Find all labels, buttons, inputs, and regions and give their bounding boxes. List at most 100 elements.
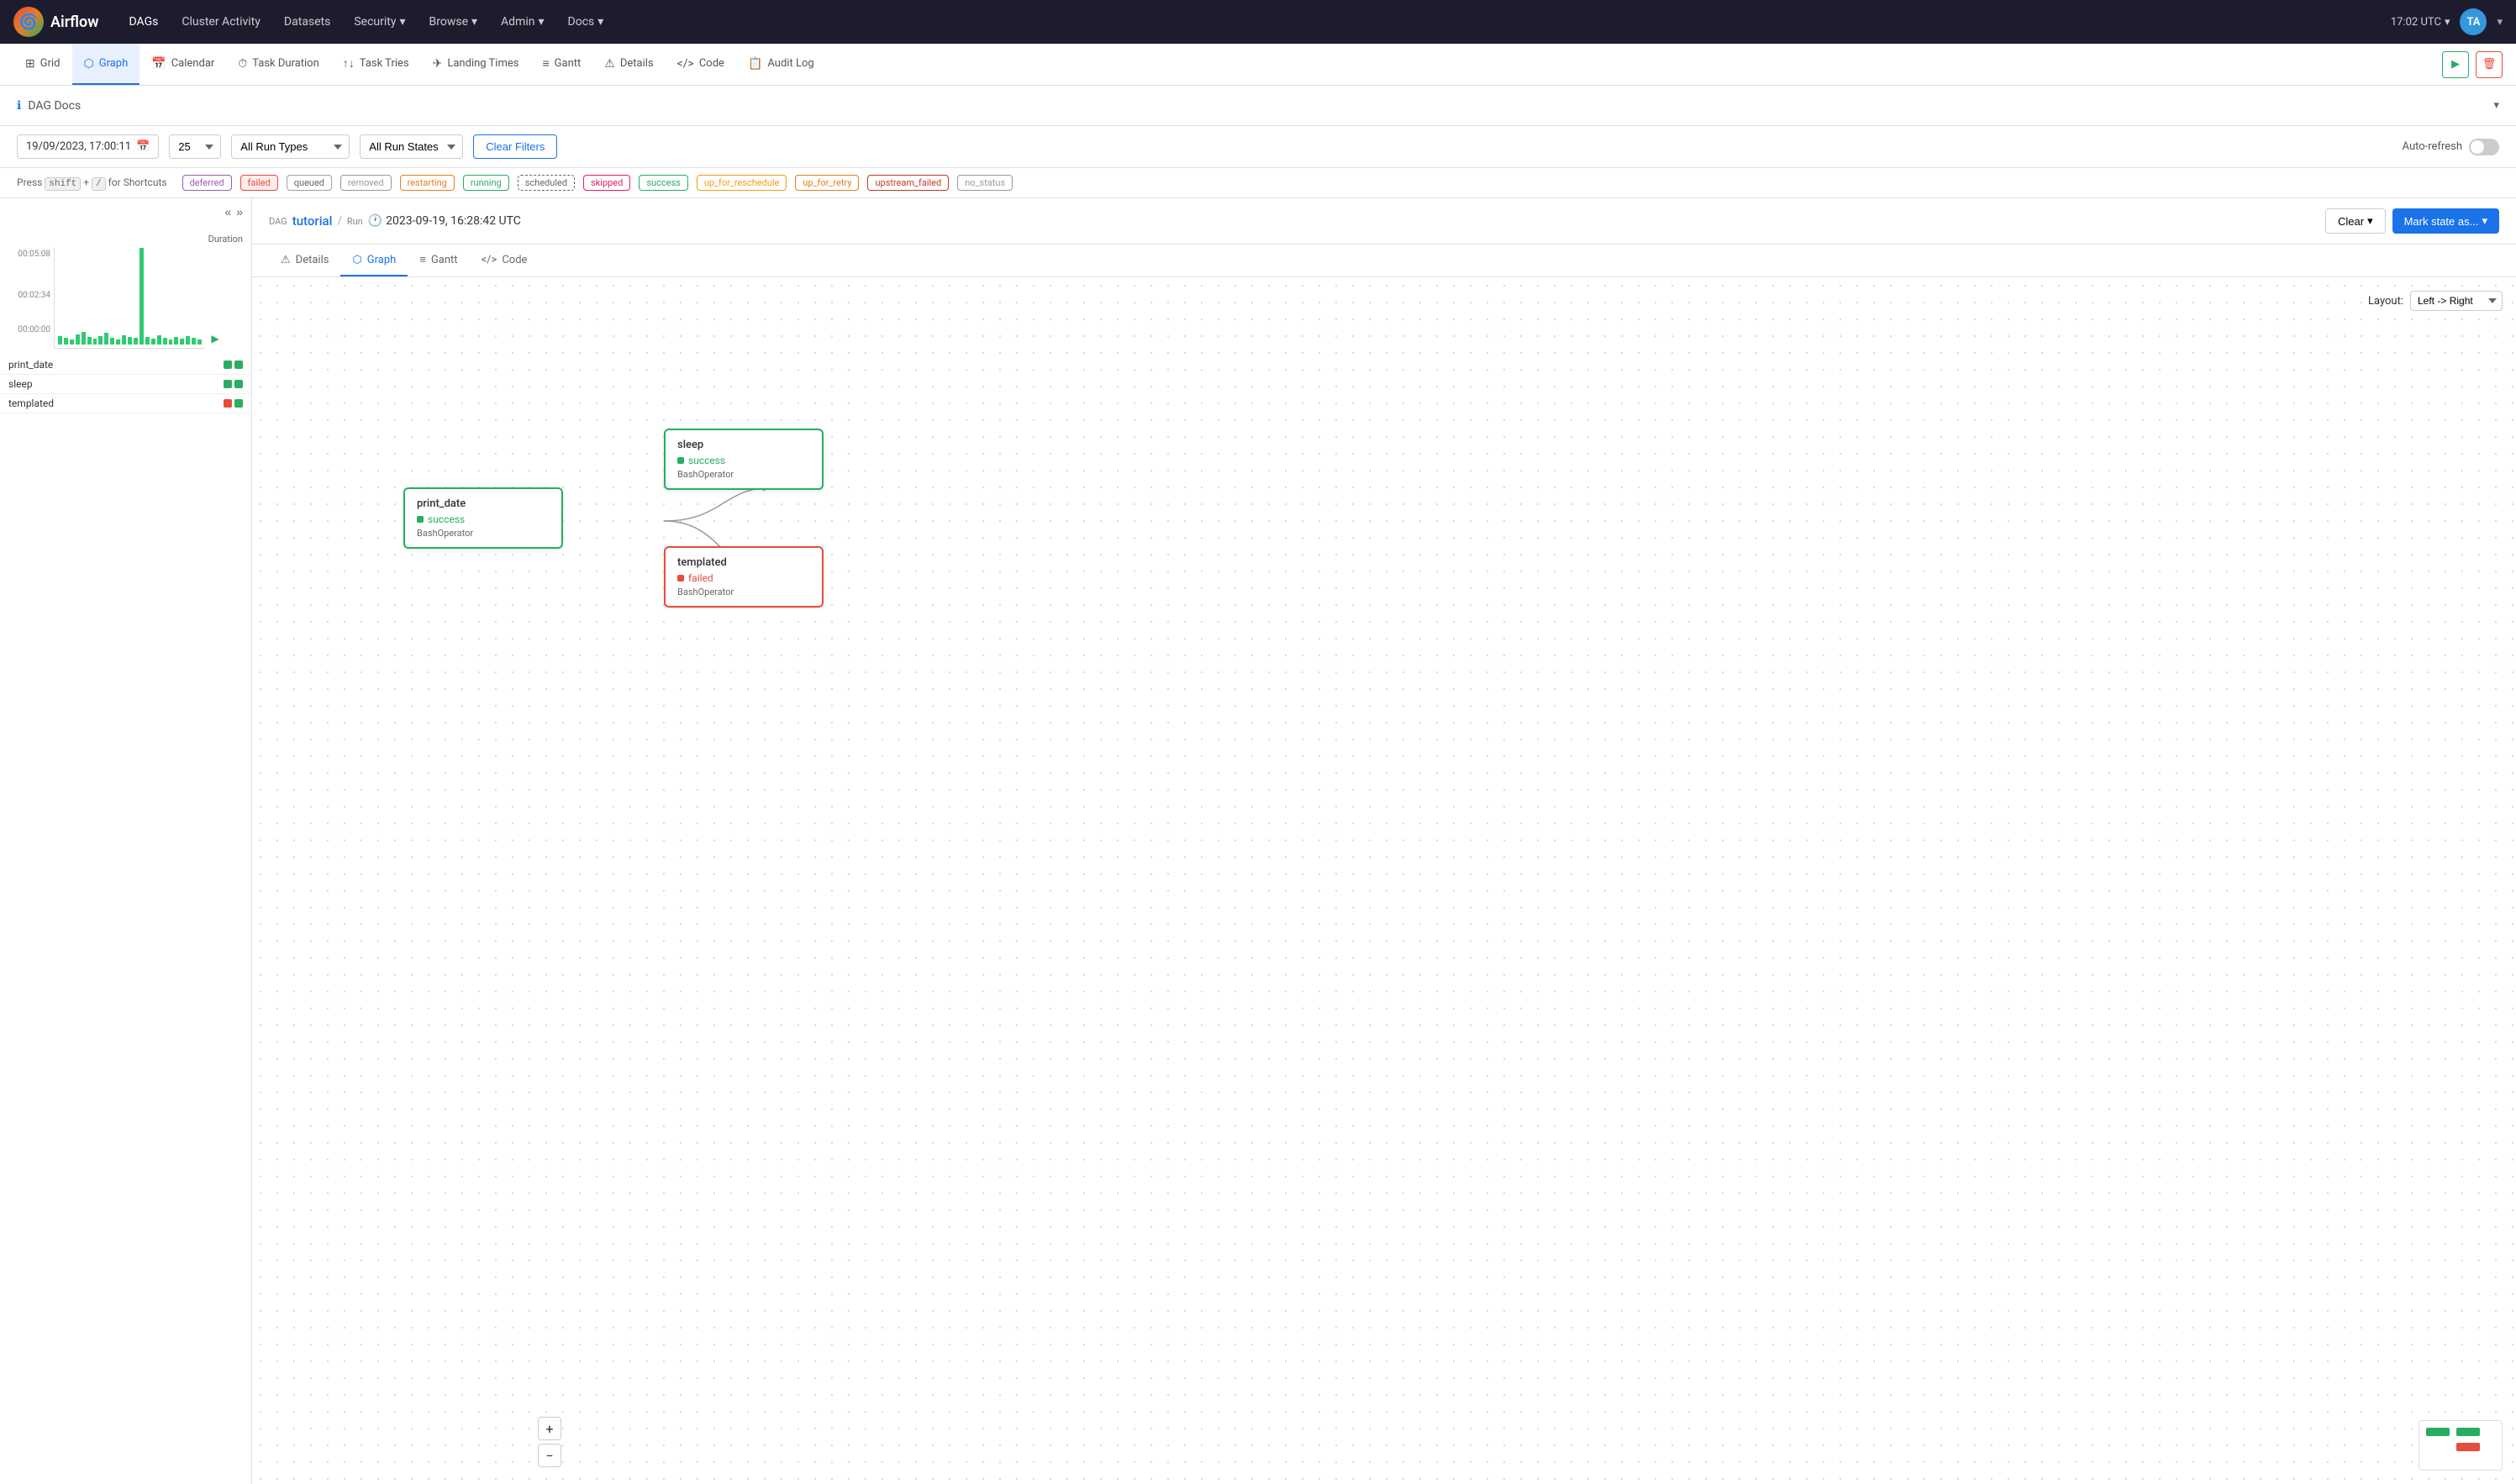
tab-gantt[interactable]: ≡ Gantt	[530, 44, 592, 85]
badge-no-status[interactable]: no_status	[957, 175, 1013, 191]
chart-bar[interactable]	[174, 337, 178, 345]
chart-bar[interactable]	[87, 337, 92, 345]
nav-item-cluster-activity[interactable]: Cluster Activity	[171, 8, 271, 35]
task-status: success	[677, 455, 810, 466]
tab-details[interactable]: ⚠ Details	[592, 44, 665, 85]
chart-bar[interactable]	[180, 339, 184, 345]
sub-tab-gantt[interactable]: ≡ Gantt	[408, 245, 469, 276]
chart-bar[interactable]	[122, 335, 126, 345]
tries-icon: ↑↓	[343, 56, 355, 71]
tab-task-tries[interactable]: ↑↓ Task Tries	[331, 44, 421, 85]
collapse-left-button[interactable]: «	[224, 205, 231, 218]
task-node-print-date[interactable]: print_date success BashOperator	[403, 487, 563, 549]
dot-success	[234, 399, 243, 408]
chart-bar[interactable]	[128, 337, 132, 345]
tab-code[interactable]: </> Code	[666, 44, 736, 85]
nav-item-browse[interactable]: Browse ▾	[419, 8, 488, 35]
task-dots	[224, 399, 243, 408]
nav-item-security[interactable]: Security ▾	[344, 8, 415, 35]
chevron-down-icon[interactable]: ▾	[2497, 16, 2503, 29]
badge-scheduled[interactable]: scheduled	[518, 175, 575, 191]
chart-bar[interactable]	[76, 334, 80, 345]
tab-grid[interactable]: ⊞ Grid	[13, 44, 72, 85]
chart-bar[interactable]	[116, 339, 120, 345]
audit-icon: 📋	[748, 57, 762, 71]
date-filter[interactable]: 19/09/2023, 17:00:11 📅	[17, 134, 159, 159]
badge-up-for-reschedule[interactable]: up_for_reschedule	[697, 175, 787, 191]
chart-bar[interactable]	[104, 333, 108, 345]
chart-bar[interactable]	[157, 335, 161, 345]
badge-up-for-retry[interactable]: up_for_retry	[795, 175, 859, 191]
sub-tab-graph[interactable]: ⬡ Graph	[340, 245, 408, 276]
badge-restarting[interactable]: restarting	[400, 175, 455, 191]
chart-bar[interactable]	[93, 339, 97, 345]
badge-upstream-failed[interactable]: upstream_failed	[867, 175, 949, 191]
run-button[interactable]: ▶	[2442, 51, 2469, 78]
task-node-sleep[interactable]: sleep success BashOperator	[664, 429, 824, 490]
run-count-select[interactable]: 25 50 100	[169, 134, 221, 159]
app-logo[interactable]: 🌀 Airflow	[13, 7, 99, 37]
mini-map-bar-green2	[2456, 1428, 2480, 1436]
chart-bar[interactable]	[186, 336, 190, 345]
mark-state-button[interactable]: Mark state as... ▾	[2392, 208, 2499, 234]
zoom-out-button[interactable]: −	[538, 1444, 561, 1467]
task-row-sleep[interactable]: sleep	[0, 375, 251, 394]
dag-name[interactable]: tutorial	[292, 213, 333, 229]
run-types-select[interactable]: All Run Types Manual Scheduled Dataset-t…	[231, 134, 350, 159]
badge-running[interactable]: running	[463, 175, 509, 191]
chart-bar[interactable]	[169, 339, 173, 345]
expand-right-button[interactable]: »	[236, 205, 243, 218]
badge-deferred[interactable]: deferred	[182, 175, 232, 191]
task-status: success	[417, 513, 550, 525]
badge-failed[interactable]: failed	[240, 175, 278, 191]
delete-button[interactable]: 🗑	[2476, 51, 2503, 78]
status-badges-bar: Press shift + / for Shortcuts deferred f…	[0, 168, 2516, 198]
sub-tab-code[interactable]: </> Code	[470, 245, 540, 276]
chart-bar[interactable]	[151, 339, 155, 345]
chart-bar[interactable]	[163, 338, 167, 345]
chevron-down-icon: ▾	[2367, 214, 2373, 228]
dag-docs-section[interactable]: ℹ DAG Docs ▾	[0, 86, 2516, 126]
logo-icon: 🌀	[13, 7, 44, 37]
sub-tab-details[interactable]: ⚠ Details	[269, 245, 340, 276]
badge-success[interactable]: success	[639, 175, 687, 191]
tab-audit-log[interactable]: 📋 Audit Log	[736, 44, 826, 85]
nav-item-datasets[interactable]: Datasets	[274, 8, 340, 35]
layout-select[interactable]: Left -> Right Top -> Bottom	[2410, 291, 2503, 311]
zoom-in-button[interactable]: +	[538, 1417, 561, 1440]
nav-time[interactable]: 17:02 UTC ▾	[2391, 16, 2450, 29]
chart-bar[interactable]	[192, 338, 196, 345]
badge-skipped[interactable]: skipped	[583, 175, 630, 191]
chart-bar[interactable]	[110, 338, 114, 345]
tab-graph[interactable]: ⬡ Graph	[72, 44, 140, 85]
tab-landing-times[interactable]: ✈ Landing Times	[421, 44, 531, 85]
chart-bar[interactable]	[64, 338, 68, 345]
nav-item-dags[interactable]: DAGs	[119, 8, 169, 35]
nav-item-admin[interactable]: Admin ▾	[491, 8, 554, 35]
chart-bar[interactable]	[82, 332, 86, 345]
task-node-templated[interactable]: templated failed BashOperator	[664, 546, 824, 608]
chart-bar[interactable]	[134, 338, 138, 345]
task-row-print-date[interactable]: print_date	[0, 355, 251, 375]
nav-item-docs[interactable]: Docs ▾	[558, 8, 614, 35]
chart-bar[interactable]	[58, 336, 62, 345]
avatar[interactable]: TA	[2460, 8, 2487, 35]
chart-bar[interactable]	[145, 337, 150, 345]
tab-task-duration[interactable]: ⏱ Task Duration	[226, 44, 330, 85]
chart-bar[interactable]	[98, 336, 103, 345]
auto-refresh-toggle[interactable]	[2469, 139, 2499, 155]
badge-queued[interactable]: queued	[287, 175, 332, 191]
task-row-templated[interactable]: templated	[0, 394, 251, 413]
run-states-select[interactable]: All Run States Failed Running Success Qu…	[360, 134, 463, 159]
clear-filters-button[interactable]: Clear Filters	[473, 134, 557, 159]
chart-bar[interactable]	[70, 339, 74, 345]
tab-calendar[interactable]: 📅 Calendar	[139, 44, 226, 85]
calendar-icon: 📅	[136, 140, 150, 153]
chart-bar[interactable]	[197, 339, 202, 345]
clear-button[interactable]: Clear ▾	[2325, 208, 2386, 234]
chevron-down-icon: ▾	[538, 15, 544, 29]
dag-docs-label: ℹ DAG Docs	[17, 99, 81, 113]
play-button[interactable]: ▶	[208, 332, 222, 345]
badge-removed[interactable]: removed	[340, 175, 392, 191]
chart-bar-active[interactable]	[139, 248, 144, 345]
